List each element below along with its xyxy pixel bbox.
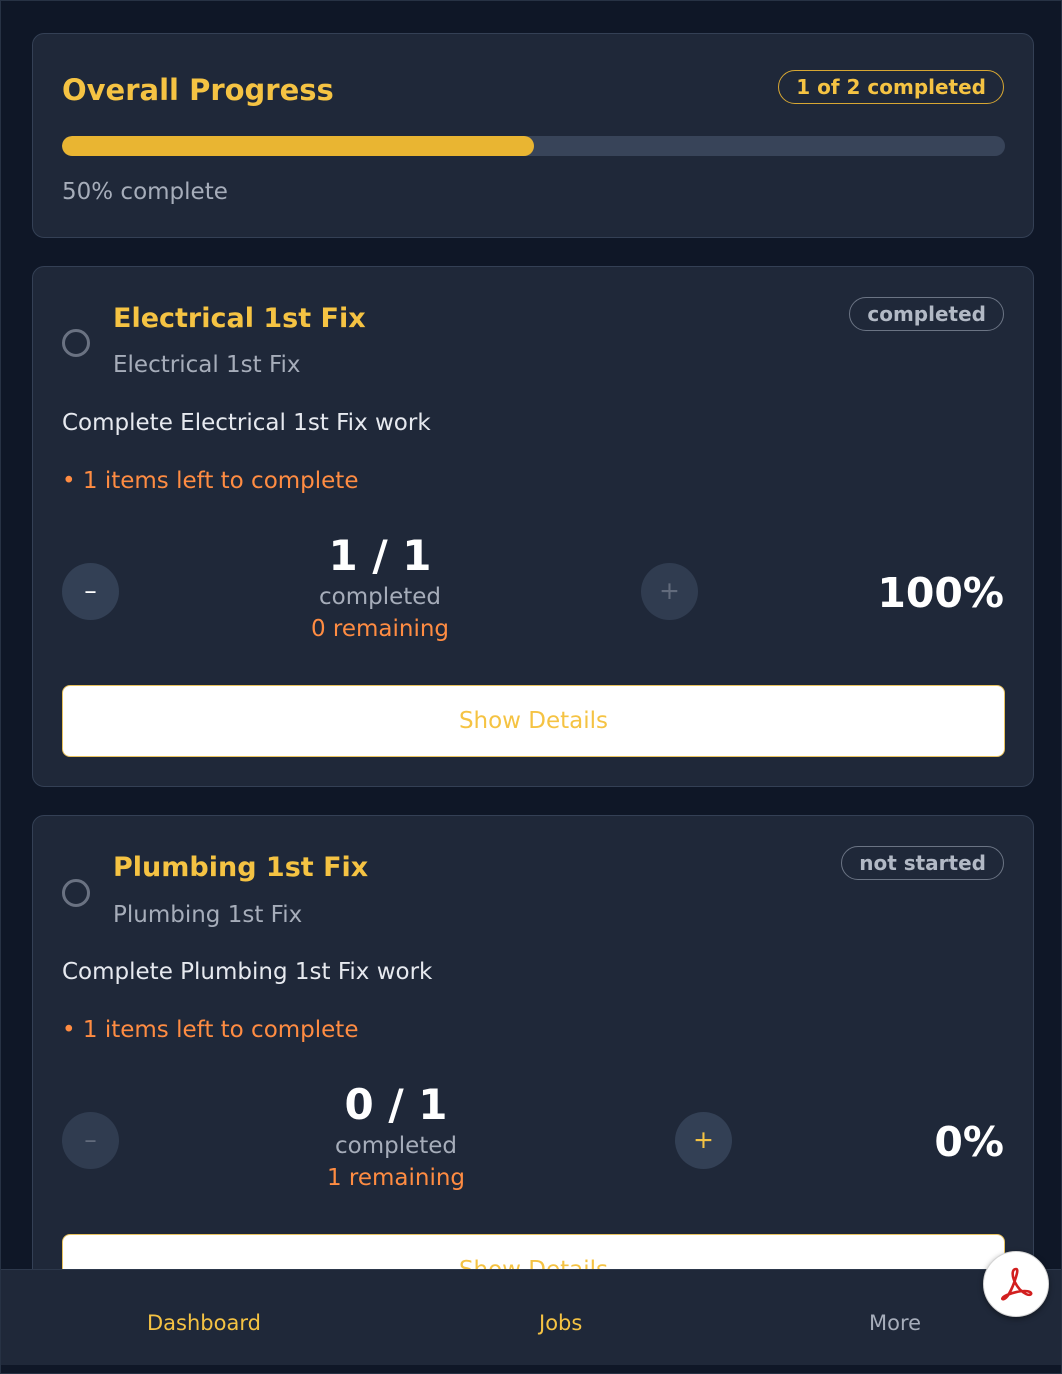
scroll-area[interactable]: Overall Progress 1 of 2 completed 50% co… <box>1 1 1061 1269</box>
pdf-icon <box>1001 1267 1033 1301</box>
task-card-plumbing: Plumbing 1st Fix Plumbing 1st Fix not st… <box>32 815 1034 1269</box>
nav-jobs[interactable]: Jobs <box>539 1310 582 1336</box>
completed-count-badge: 1 of 2 completed <box>778 70 1004 104</box>
remaining-text: 0 remaining <box>310 616 450 642</box>
pdf-export-button[interactable] <box>983 1251 1049 1317</box>
status-badge: not started <box>841 846 1004 880</box>
app-frame: Overall Progress 1 of 2 completed 50% co… <box>0 0 1062 1374</box>
task-description: Complete Plumbing 1st Fix work <box>62 959 433 985</box>
task-card-electrical: Electrical 1st Fix Electrical 1st Fix co… <box>32 266 1034 787</box>
increment-button[interactable]: + <box>641 563 698 620</box>
decrement-button[interactable]: – <box>62 563 119 620</box>
counter-label: completed <box>334 1133 458 1159</box>
task-select-radio[interactable] <box>62 879 90 907</box>
task-description: Complete Electrical 1st Fix work <box>62 410 431 436</box>
overall-progress-bar <box>62 136 1005 156</box>
show-details-button[interactable]: Show Details <box>62 685 1005 757</box>
status-badge: completed <box>849 297 1004 331</box>
decrement-button[interactable]: – <box>62 1112 119 1169</box>
increment-button[interactable]: + <box>675 1112 732 1169</box>
counter-value: 1 / 1 <box>328 531 432 580</box>
show-details-button[interactable]: Show Details <box>62 1234 1005 1269</box>
counter-label: completed <box>318 584 442 610</box>
task-percent: 100% <box>877 569 1004 617</box>
nav-dashboard[interactable]: Dashboard <box>147 1310 261 1336</box>
items-left-text: • 1 items left to complete <box>62 468 359 494</box>
counter-value: 0 / 1 <box>344 1080 448 1129</box>
task-select-radio[interactable] <box>62 329 90 357</box>
overall-progress-fill <box>62 136 534 156</box>
task-title: Plumbing 1st Fix <box>113 852 369 883</box>
task-subtitle: Electrical 1st Fix <box>113 352 301 378</box>
task-percent: 0% <box>934 1118 1004 1166</box>
remaining-text: 1 remaining <box>326 1165 466 1191</box>
overall-progress-title: Overall Progress <box>62 73 334 107</box>
task-counter: 1 / 1 completed 0 remaining <box>260 532 500 644</box>
overall-progress-card: Overall Progress 1 of 2 completed 50% co… <box>32 33 1034 238</box>
nav-more[interactable]: More <box>869 1310 921 1336</box>
bottom-nav: Dashboard Jobs More <box>1 1269 1061 1365</box>
overall-progress-text: 50% complete <box>62 179 228 205</box>
task-title: Electrical 1st Fix <box>113 303 366 334</box>
items-left-text: • 1 items left to complete <box>62 1017 359 1043</box>
task-counter: 0 / 1 completed 1 remaining <box>276 1081 516 1193</box>
task-subtitle: Plumbing 1st Fix <box>113 902 303 928</box>
